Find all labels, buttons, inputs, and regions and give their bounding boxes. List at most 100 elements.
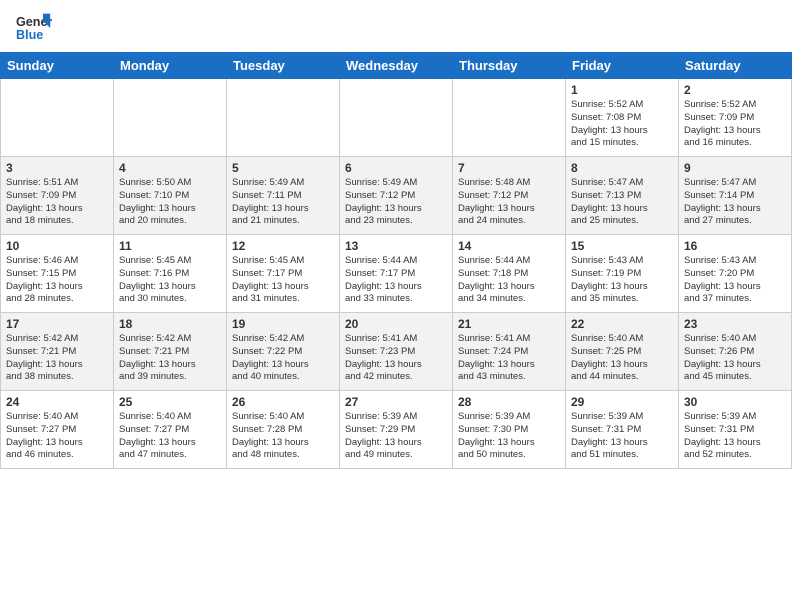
weekday-header-thursday: Thursday — [453, 53, 566, 79]
day-number: 12 — [232, 239, 334, 253]
calendar-day-cell: 14 Sunrise: 5:44 AM Sunset: 7:18 PM Dayli… — [453, 235, 566, 313]
empty-cell — [1, 79, 114, 157]
calendar-day-cell: 22 Sunrise: 5:40 AM Sunset: 7:25 PM Dayli… — [566, 313, 679, 391]
calendar-day-cell: 5 Sunrise: 5:49 AM Sunset: 7:11 PM Daylig… — [227, 157, 340, 235]
calendar-day-cell: 2Sunrise: 5:52 AM Sunset: 7:09 PM Daylig… — [679, 79, 792, 157]
day-number: 6 — [345, 161, 447, 175]
calendar-day-cell: 3 Sunrise: 5:51 AM Sunset: 7:09 PM Daylig… — [1, 157, 114, 235]
cell-info: Sunrise: 5:39 AM Sunset: 7:31 PM Dayligh… — [684, 411, 786, 462]
cell-info: Sunrise: 5:42 AM Sunset: 7:21 PM Dayligh… — [6, 333, 108, 384]
cell-info: Sunrise: 5:46 AM Sunset: 7:15 PM Dayligh… — [6, 255, 108, 306]
day-number: 9 — [684, 161, 786, 175]
cell-info: Sunrise: 5:40 AM Sunset: 7:25 PM Dayligh… — [571, 333, 673, 384]
calendar-day-cell: 26Sunrise: 5:40 AM Sunset: 7:28 PM Dayli… — [227, 391, 340, 469]
day-number: 19 — [232, 317, 334, 331]
cell-info: Sunrise: 5:40 AM Sunset: 7:26 PM Dayligh… — [684, 333, 786, 384]
calendar-day-cell: 16 Sunrise: 5:43 AM Sunset: 7:20 PM Dayli… — [679, 235, 792, 313]
calendar-day-cell: 20 Sunrise: 5:41 AM Sunset: 7:23 PM Dayli… — [340, 313, 453, 391]
day-number: 28 — [458, 395, 560, 409]
cell-info: Sunrise: 5:43 AM Sunset: 7:19 PM Dayligh… — [571, 255, 673, 306]
day-number: 13 — [345, 239, 447, 253]
cell-info: Sunrise: 5:52 AM Sunset: 7:08 PM Dayligh… — [571, 99, 673, 150]
calendar-week-row: 3 Sunrise: 5:51 AM Sunset: 7:09 PM Daylig… — [1, 157, 792, 235]
cell-info: Sunrise: 5:48 AM Sunset: 7:12 PM Dayligh… — [458, 177, 560, 228]
cell-info: Sunrise: 5:40 AM Sunset: 7:27 PM Dayligh… — [6, 411, 108, 462]
calendar-week-row: 1 Sunrise: 5:52 AM Sunset: 7:08 PM Daylig… — [1, 79, 792, 157]
calendar-day-cell: 23Sunrise: 5:40 AM Sunset: 7:26 PM Dayli… — [679, 313, 792, 391]
day-number: 16 — [684, 239, 786, 253]
cell-info: Sunrise: 5:45 AM Sunset: 7:16 PM Dayligh… — [119, 255, 221, 306]
cell-info: Sunrise: 5:43 AM Sunset: 7:20 PM Dayligh… — [684, 255, 786, 306]
empty-cell — [340, 79, 453, 157]
cell-info: Sunrise: 5:49 AM Sunset: 7:12 PM Dayligh… — [345, 177, 447, 228]
cell-info: Sunrise: 5:45 AM Sunset: 7:17 PM Dayligh… — [232, 255, 334, 306]
day-number: 8 — [571, 161, 673, 175]
calendar-day-cell: 9 Sunrise: 5:47 AM Sunset: 7:14 PM Daylig… — [679, 157, 792, 235]
weekday-header-friday: Friday — [566, 53, 679, 79]
day-number: 4 — [119, 161, 221, 175]
cell-info: Sunrise: 5:39 AM Sunset: 7:30 PM Dayligh… — [458, 411, 560, 462]
weekday-header-saturday: Saturday — [679, 53, 792, 79]
header-area: General Blue — [0, 0, 792, 52]
calendar-day-cell: 15 Sunrise: 5:43 AM Sunset: 7:19 PM Dayli… — [566, 235, 679, 313]
day-number: 2 — [684, 83, 786, 97]
empty-cell — [227, 79, 340, 157]
calendar-day-cell: 18 Sunrise: 5:42 AM Sunset: 7:21 PM Dayli… — [114, 313, 227, 391]
logo: General Blue — [16, 10, 52, 46]
day-number: 5 — [232, 161, 334, 175]
weekday-header-wednesday: Wednesday — [340, 53, 453, 79]
calendar-week-row: 17 Sunrise: 5:42 AM Sunset: 7:21 PM Dayli… — [1, 313, 792, 391]
day-number: 10 — [6, 239, 108, 253]
cell-info: Sunrise: 5:42 AM Sunset: 7:21 PM Dayligh… — [119, 333, 221, 384]
cell-info: Sunrise: 5:42 AM Sunset: 7:22 PM Dayligh… — [232, 333, 334, 384]
cell-info: Sunrise: 5:39 AM Sunset: 7:29 PM Dayligh… — [345, 411, 447, 462]
cell-info: Sunrise: 5:47 AM Sunset: 7:14 PM Dayligh… — [684, 177, 786, 228]
calendar-day-cell: 11 Sunrise: 5:45 AM Sunset: 7:16 PM Dayli… — [114, 235, 227, 313]
calendar-day-cell: 21 Sunrise: 5:41 AM Sunset: 7:24 PM Dayli… — [453, 313, 566, 391]
day-number: 22 — [571, 317, 673, 331]
day-number: 25 — [119, 395, 221, 409]
calendar-day-cell: 12 Sunrise: 5:45 AM Sunset: 7:17 PM Dayli… — [227, 235, 340, 313]
logo-icon: General Blue — [16, 10, 52, 46]
cell-info: Sunrise: 5:40 AM Sunset: 7:28 PM Dayligh… — [232, 411, 334, 462]
calendar-day-cell: 4 Sunrise: 5:50 AM Sunset: 7:10 PM Daylig… — [114, 157, 227, 235]
calendar-day-cell: 1 Sunrise: 5:52 AM Sunset: 7:08 PM Daylig… — [566, 79, 679, 157]
day-number: 17 — [6, 317, 108, 331]
day-number: 1 — [571, 83, 673, 97]
cell-info: Sunrise: 5:44 AM Sunset: 7:17 PM Dayligh… — [345, 255, 447, 306]
day-number: 21 — [458, 317, 560, 331]
day-number: 14 — [458, 239, 560, 253]
day-number: 24 — [6, 395, 108, 409]
calendar-day-cell: 29 Sunrise: 5:39 AM Sunset: 7:31 PM Dayli… — [566, 391, 679, 469]
day-number: 29 — [571, 395, 673, 409]
day-number: 20 — [345, 317, 447, 331]
day-number: 7 — [458, 161, 560, 175]
weekday-header-monday: Monday — [114, 53, 227, 79]
day-number: 18 — [119, 317, 221, 331]
weekday-header-row: SundayMondayTuesdayWednesdayThursdayFrid… — [1, 53, 792, 79]
calendar-day-cell: 10 Sunrise: 5:46 AM Sunset: 7:15 PM Dayli… — [1, 235, 114, 313]
calendar-day-cell: 6 Sunrise: 5:49 AM Sunset: 7:12 PM Daylig… — [340, 157, 453, 235]
day-number: 11 — [119, 239, 221, 253]
calendar-day-cell: 19 Sunrise: 5:42 AM Sunset: 7:22 PM Dayli… — [227, 313, 340, 391]
cell-info: Sunrise: 5:41 AM Sunset: 7:23 PM Dayligh… — [345, 333, 447, 384]
day-number: 3 — [6, 161, 108, 175]
day-number: 15 — [571, 239, 673, 253]
calendar-day-cell: 17 Sunrise: 5:42 AM Sunset: 7:21 PM Dayli… — [1, 313, 114, 391]
weekday-header-tuesday: Tuesday — [227, 53, 340, 79]
day-number: 30 — [684, 395, 786, 409]
calendar-day-cell: 24 Sunrise: 5:40 AM Sunset: 7:27 PM Dayli… — [1, 391, 114, 469]
cell-info: Sunrise: 5:49 AM Sunset: 7:11 PM Dayligh… — [232, 177, 334, 228]
cell-info: Sunrise: 5:39 AM Sunset: 7:31 PM Dayligh… — [571, 411, 673, 462]
cell-info: Sunrise: 5:47 AM Sunset: 7:13 PM Dayligh… — [571, 177, 673, 228]
calendar-week-row: 10 Sunrise: 5:46 AM Sunset: 7:15 PM Dayli… — [1, 235, 792, 313]
day-number: 27 — [345, 395, 447, 409]
cell-info: Sunrise: 5:51 AM Sunset: 7:09 PM Dayligh… — [6, 177, 108, 228]
cell-info: Sunrise: 5:40 AM Sunset: 7:27 PM Dayligh… — [119, 411, 221, 462]
empty-cell — [114, 79, 227, 157]
calendar-table: SundayMondayTuesdayWednesdayThursdayFrid… — [0, 52, 792, 469]
cell-info: Sunrise: 5:41 AM Sunset: 7:24 PM Dayligh… — [458, 333, 560, 384]
cell-info: Sunrise: 5:44 AM Sunset: 7:18 PM Dayligh… — [458, 255, 560, 306]
cell-info: Sunrise: 5:50 AM Sunset: 7:10 PM Dayligh… — [119, 177, 221, 228]
empty-cell — [453, 79, 566, 157]
